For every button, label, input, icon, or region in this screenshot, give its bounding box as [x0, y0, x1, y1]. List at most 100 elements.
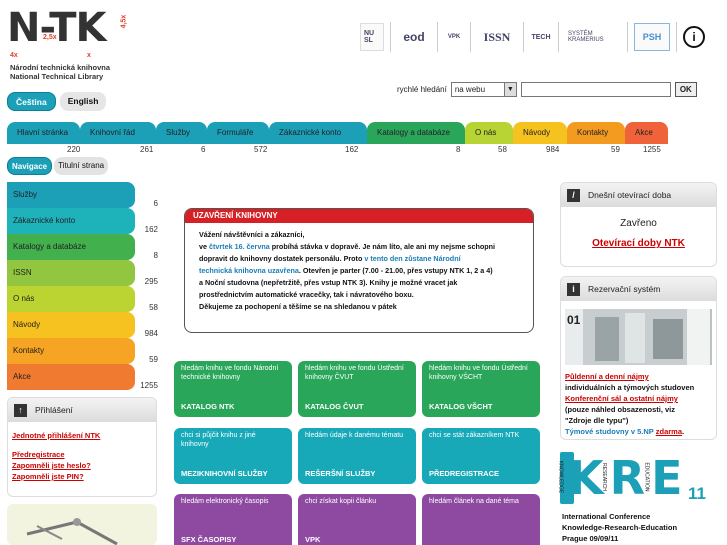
topnav-item[interactable]: Katalogy a databáze [367, 122, 465, 144]
count: 59 [611, 145, 620, 154]
sidebar-item[interactable]: Akce [7, 364, 135, 390]
topnav-item[interactable]: Formuláře [207, 122, 269, 144]
count: 6 [201, 145, 206, 154]
notice-text: ve [199, 242, 209, 251]
count: 162 [345, 145, 359, 154]
count: 984 [144, 329, 158, 338]
tile-vpk[interactable]: chci získat kopii článku VPK [298, 494, 416, 545]
opening-hours-link[interactable]: Otevírací doby NTK [592, 238, 685, 249]
tile-interlibrary[interactable]: chci si půjčit knihu z jiné knihovny MEZ… [174, 428, 292, 484]
notice-line: a Noční studovna (nepřetržitě, přes vstu… [199, 278, 458, 287]
study-room-photo[interactable]: 01 [565, 309, 712, 365]
tile-catalog-vscht[interactable]: hledám knihu ve fondu Ústřední knihovny … [422, 361, 540, 417]
vpk-logo[interactable]: VPK [444, 23, 464, 51]
logo-sub-1: 4x [10, 52, 18, 59]
login-header: ↑ Přihlášení [8, 398, 156, 422]
opening-hours-title: Dnešní otevírací doba [588, 190, 672, 200]
language-cz-tab[interactable]: Čeština [7, 92, 56, 111]
tab-navigation[interactable]: Navigace [7, 157, 53, 175]
forgot-password-link[interactable]: Zapomněli jste heslo? [12, 460, 152, 471]
logo-tagline: Národní technická knihovna National Tech… [10, 63, 110, 81]
notice-line: Děkujeme za pochopení a těšíme se na shl… [199, 302, 397, 311]
divider [558, 22, 559, 52]
login-box: ↑ Přihlášení Jednotné přihlášení NTK Pře… [7, 397, 157, 497]
topnav-item[interactable]: Návody [513, 122, 567, 144]
side-navigation: Služby Zákaznické konto Katalogy a datab… [7, 182, 135, 390]
topnav-item[interactable]: Akce [625, 122, 668, 144]
info-icon[interactable]: i [683, 26, 705, 48]
sidebar-item[interactable]: Katalogy a databáze [7, 234, 135, 260]
nusl-logo[interactable]: NU SL [360, 23, 384, 51]
tab-title-page[interactable]: Titulní strana [54, 157, 109, 175]
topnav-item[interactable]: Služby [156, 122, 207, 144]
kramerius-logo[interactable]: SYSTÉM KRAMERIUS [565, 23, 621, 51]
count: 58 [498, 145, 507, 154]
sidebar-item[interactable]: ISSN [7, 260, 135, 286]
topnav-item[interactable]: Hlavní stránka [7, 122, 80, 144]
tile-key: VPK [305, 535, 321, 544]
ntk-logo[interactable]: N-TK 2,5x 4,5x 4x x Národní technická kn… [7, 8, 137, 83]
tile-subject-gateway[interactable]: hledám článek na dané téma OBOROVÁ BRÁNA… [422, 494, 540, 545]
punct: . [682, 427, 685, 436]
topnav-item[interactable]: Zákaznické konto [269, 122, 367, 144]
chevron-down-icon: ▼ [503, 83, 516, 96]
sso-login-link[interactable]: Jednotné přihlášení NTK [12, 430, 152, 441]
divider [390, 22, 391, 52]
tile-preregistration[interactable]: chci se stát zákazníkem NTK PŘEDREGISTRA… [422, 428, 540, 484]
conference-hall-link[interactable]: Konferenční sál a ostatní nájmy [565, 393, 712, 404]
sidebar-item[interactable]: O nás [7, 286, 135, 312]
topnav-item[interactable]: O nás [465, 122, 513, 144]
issn-logo[interactable]: ISSN [477, 23, 517, 51]
sidebar-item[interactable]: Služby [7, 182, 135, 208]
topnav-item[interactable]: Kontakty [567, 122, 625, 144]
clock-icon: / [567, 188, 580, 202]
opening-hours-header: / Dnešní otevírací doba [561, 183, 716, 207]
promo-image[interactable] [7, 504, 157, 545]
partner-logos: NU SL eod VPK ISSN TECH SYSTÉM KRAMERIUS… [360, 22, 705, 52]
reservation-line: Týmové studovny v 5.NP zdarma. [565, 426, 712, 437]
notice-line: technická knihovna uzavřena. Otevřen je … [199, 265, 525, 277]
closure-notice: UZAVŘENÍ KNIHOVNY Vážení návštěvníci a z… [184, 208, 534, 333]
search-scope-select[interactable]: na webu ▼ [450, 82, 517, 97]
notice-line: dopravit do knihovny dostatek personálu.… [199, 253, 525, 265]
halfday-reservation-link[interactable]: Půldenní a denní nájmy [565, 371, 712, 382]
login-links: Jednotné přihlášení NTK Předregistrace Z… [8, 422, 156, 482]
search-input[interactable] [520, 82, 671, 97]
notice-text: dopravit do knihovny dostatek personálu.… [199, 254, 365, 263]
count: 261 [140, 145, 154, 154]
divider [437, 22, 438, 52]
sidebar-item[interactable]: Návody [7, 312, 135, 338]
forgot-pin-link[interactable]: Zapomněli jste PIN? [12, 471, 152, 482]
kre-conference[interactable]: KRE KNOWLEDGE RESEARCH EDUCATION 11 Inte… [557, 452, 717, 545]
kre-line: Prague 09/09/11 [562, 534, 619, 543]
kre-vertical-1: KNOWLEDGE [557, 460, 564, 494]
topnav-item[interactable]: Knihovní řád [80, 122, 156, 144]
psh-logo[interactable]: PSH [634, 23, 670, 51]
language-en-tab[interactable]: English [59, 92, 107, 111]
logo-sup-2: 4,5x [120, 14, 128, 29]
tech-logo[interactable]: TECH [530, 23, 552, 51]
tile-sfx[interactable]: hledám elektronický časopis SFX ČASOPISY [174, 494, 292, 545]
sidebar-item[interactable]: Zákaznické konto [7, 208, 135, 234]
reservation-header: i Rezervační systém [561, 277, 716, 301]
team-rooms-text: Týmové studovny v 5.NP [565, 427, 656, 436]
tile-key: REŠERŠNÍ SLUŽBY [305, 469, 376, 478]
notice-text: . Otevřen je parter (7.00 - 21.00, přes … [298, 266, 493, 275]
sidebar-item[interactable]: Kontakty [7, 338, 135, 364]
tile-desc: hledám článek na dané téma [429, 498, 519, 505]
tile-catalog-cvut[interactable]: hledám knihu ve fondu Ústřední knihovny … [298, 361, 416, 417]
count: 8 [456, 145, 461, 154]
eod-logo[interactable]: eod [397, 23, 431, 51]
preregistration-link[interactable]: Předregistrace [12, 449, 152, 460]
tile-catalog-ntk[interactable]: hledám knihu ve fondu Národní technické … [174, 361, 292, 417]
tile-research[interactable]: hledám údaje k danému tématu REŠERŠNÍ SL… [298, 428, 416, 484]
count: 6 [153, 199, 158, 208]
opening-hours-link-wrap: Otevírací doby NTK [561, 238, 716, 249]
svg-text:01: 01 [567, 313, 581, 327]
free-link[interactable]: zdarma [656, 427, 682, 436]
divider [470, 22, 471, 52]
divider [523, 22, 524, 52]
search-ok-button[interactable]: OK [674, 82, 697, 97]
reservation-title: Rezervační systém [588, 284, 661, 294]
count: 8 [153, 251, 158, 260]
